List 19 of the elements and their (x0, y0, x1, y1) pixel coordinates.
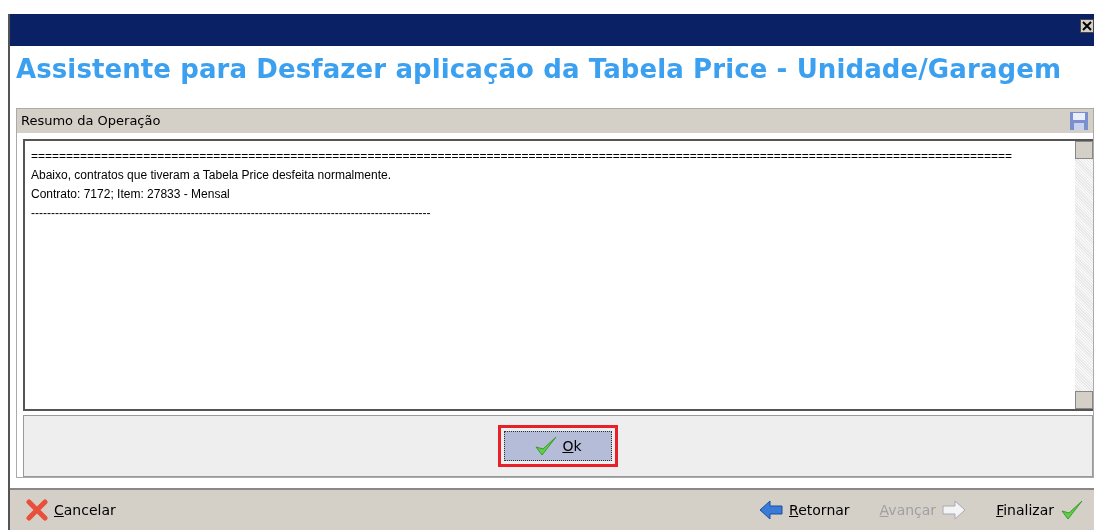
cancel-button[interactable]: Cancelar (26, 498, 116, 521)
right-arrow-icon (942, 499, 967, 520)
left-arrow-icon (759, 499, 784, 520)
summary-line: ============================================================================================================================================ (31, 147, 1013, 165)
cross-icon (26, 498, 48, 521)
close-button[interactable] (1080, 19, 1094, 33)
summary-line: ---------------------------------------------------------------------------------------------------- (31, 204, 431, 222)
wizard-title: Assistente para Desfazer aplicação da Tabela Price - Unidade/Garagem (15, 52, 1063, 86)
summary-line: Abaixo, contratos que tiveram a Tabela Price desfeita normalmente. (31, 166, 391, 184)
summary-text-area[interactable] (23, 138, 1093, 411)
summary-line: Contrato: 7172; Item: 27833 - Mensal (31, 185, 230, 203)
check-icon (1060, 498, 1084, 521)
check-icon (534, 434, 559, 457)
save-icon[interactable] (1069, 110, 1089, 131)
back-button[interactable]: Retornar (759, 499, 850, 520)
panel-title: Resumo da Operação (21, 113, 161, 129)
scrollbar[interactable] (1075, 140, 1093, 409)
finish-button[interactable]: Finalizar (996, 498, 1084, 521)
ok-button[interactable]: Ok (504, 430, 612, 461)
